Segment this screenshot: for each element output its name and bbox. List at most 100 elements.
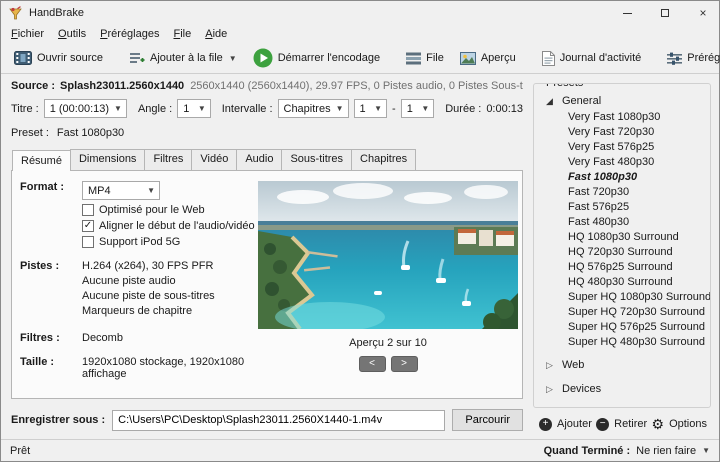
menu-fichier[interactable]: Fichier (4, 26, 51, 42)
interval-label: Intervalle : (221, 102, 273, 115)
checkbox-unchecked-icon[interactable] (82, 204, 94, 216)
preset-item[interactable]: Very Fast 480p30 (536, 155, 708, 170)
preset-remove-button[interactable]: − Retirer (596, 417, 647, 431)
preset-item[interactable]: Very Fast 1080p30 (536, 110, 708, 125)
preset-item[interactable]: HQ 480p30 Surround (536, 275, 708, 290)
preset-item[interactable]: HQ 576p25 Surround (536, 260, 708, 275)
preset-add-button[interactable]: + Ajouter (539, 417, 592, 431)
tab-resume[interactable]: Résumé (12, 150, 71, 171)
collapsed-triangle-icon[interactable]: ▷ (546, 384, 556, 395)
preset-item[interactable]: Very Fast 720p30 (536, 125, 708, 140)
title-select[interactable]: 1 (00:00:13) ▼ (43, 99, 127, 118)
tab-filtres[interactable]: Filtres (144, 149, 193, 170)
menu-file[interactable]: File (166, 26, 198, 42)
preset-item[interactable]: Super HQ 576p25 Surround (536, 320, 708, 335)
sliders-icon (667, 52, 683, 65)
when-done-control[interactable]: Quand Terminé : Ne rien faire ▼ (544, 445, 710, 457)
tab-dimensions[interactable]: Dimensions (69, 149, 146, 170)
preset-item[interactable]: Fast 576p25 (536, 200, 708, 215)
preset-item[interactable]: HQ 720p30 Surround (536, 245, 708, 260)
preset-group-web[interactable]: ▷ Web (536, 356, 708, 374)
minimize-icon (622, 12, 632, 14)
add-to-queue-button[interactable]: Ajouter à la file ▼ (122, 47, 244, 69)
preset-item[interactable]: Super HQ 720p30 Surround (536, 305, 708, 320)
tab-video[interactable]: Vidéo (191, 149, 238, 170)
source-info-row: Source : Splash23011.2560x1440 2560x1440 (… (11, 80, 523, 92)
gear-icon: ⚙ (651, 416, 665, 432)
angle-select-value: 1 (183, 102, 190, 115)
collapsed-triangle-icon[interactable]: ▷ (546, 360, 556, 371)
range-end-select[interactable]: 1 ▼ (400, 99, 435, 118)
close-button[interactable]: × (687, 1, 719, 25)
tab-audio[interactable]: Audio (236, 149, 283, 170)
preview-prev-button[interactable]: < (358, 356, 386, 372)
format-select[interactable]: MP4 ▼ (82, 181, 160, 200)
align-av-start-checkbox-row[interactable]: ✓ Aligner le début de l'audio/vidéo (82, 220, 262, 232)
angle-label: Angle : (137, 102, 173, 115)
play-icon (253, 48, 273, 68)
handbrake-window: HandBrake × Fichier Outils Préréglages F… (0, 0, 720, 462)
angle-select[interactable]: 1 ▼ (177, 99, 211, 118)
collapsed-triangle-icon[interactable]: ▷ (546, 408, 556, 409)
preset-group-general[interactable]: ◢ General (536, 92, 708, 110)
activity-log-button[interactable]: Journal d'activité (535, 47, 649, 70)
preset-group-matroska[interactable]: ▷ Matroska (536, 404, 708, 409)
preview-column: Aperçu 2 sur 10 < > (258, 181, 518, 392)
tab-chapitres[interactable]: Chapitres (351, 149, 417, 170)
save-as-label: Enregistrer sous : (11, 414, 106, 426)
checkbox-unchecked-icon[interactable] (82, 236, 94, 248)
menu-bar: Fichier Outils Préréglages File Aide (1, 25, 719, 43)
toggle-presets-label: Préréglages (687, 52, 720, 64)
menu-aide[interactable]: Aide (198, 26, 234, 42)
menu-outils[interactable]: Outils (51, 26, 93, 42)
toggle-presets-button[interactable]: Préréglages (660, 48, 720, 69)
preset-item[interactable]: Fast 480p30 (536, 215, 708, 230)
summary-info-column: Format : MP4 ▼ Optimisé pour le Web ✓ Ali… (20, 181, 262, 392)
preset-options-button[interactable]: ⚙ Options (652, 417, 707, 431)
tracks-row: Pistes : H.264 (x264), 30 FPS PFR Aucune… (20, 260, 262, 320)
maximize-icon (661, 9, 669, 17)
tab-sous-titres[interactable]: Sous-titres (281, 149, 353, 170)
preset-group-devices[interactable]: ▷ Devices (536, 380, 708, 398)
status-bar: Prêt Quand Terminé : Ne rien faire ▼ (1, 439, 719, 461)
save-path-input[interactable] (112, 409, 446, 431)
range-start-select[interactable]: 1 ▼ (353, 99, 388, 118)
chevron-down-icon: ▼ (335, 104, 344, 113)
preset-item[interactable]: Very Fast 576p25 (536, 140, 708, 155)
preset-item[interactable]: Super HQ 480p30 Surround (536, 335, 708, 350)
format-label: Format : (20, 181, 64, 193)
preset-label: Preset : (11, 127, 49, 139)
menu-prereglages[interactable]: Préréglages (93, 26, 166, 42)
tracks-label: Pistes : (20, 260, 60, 272)
browse-button[interactable]: Parcourir (452, 409, 523, 431)
chevron-down-icon: ▼ (197, 104, 206, 113)
track-subtitles: Aucune piste de sous-titres (82, 290, 215, 302)
queue-icon (406, 52, 422, 64)
preset-value: Fast 1080p30 (56, 127, 125, 139)
ipod-5g-checkbox-row[interactable]: Support iPod 5G (82, 236, 262, 248)
source-details: 2560x1440 (2560x1440), 29.97 FPS, 0 Pist… (190, 80, 523, 92)
open-source-button[interactable]: Ouvrir source (7, 47, 110, 69)
align-av-start-label: Aligner le début de l'audio/vidéo (99, 220, 255, 232)
maximize-button[interactable] (649, 1, 681, 25)
chevron-down-icon: ▼ (147, 186, 155, 195)
preset-item[interactable]: Fast 720p30 (536, 185, 708, 200)
minimize-button[interactable] (611, 1, 643, 25)
web-optimized-checkbox-row[interactable]: Optimisé pour le Web (82, 204, 262, 216)
start-encode-button[interactable]: Démarrer l'encodage (246, 44, 387, 72)
range-type-select[interactable]: Chapitres ▼ (277, 99, 349, 118)
checkbox-checked-icon[interactable]: ✓ (82, 220, 94, 232)
preset-item[interactable]: HQ 1080p30 Surround (536, 230, 708, 245)
track-chapters: Marqueurs de chapitre (82, 305, 193, 317)
preview-button[interactable]: Aperçu (453, 48, 523, 69)
presets-panel: Presets ◢ General Very Fast 1080p30 Very… (531, 74, 719, 439)
queue-button[interactable]: File (399, 48, 451, 69)
range-type-value: Chapitres (283, 102, 331, 115)
preset-item[interactable]: Super HQ 1080p30 Surround (536, 290, 710, 305)
queue-label: File (426, 52, 444, 64)
preview-next-button[interactable]: > (390, 356, 418, 372)
track-audio: Aucune piste audio (82, 275, 176, 287)
expanded-triangle-icon[interactable]: ◢ (546, 96, 556, 107)
source-name: Splash23011.2560x1440 (60, 80, 185, 92)
preset-item-selected[interactable]: Fast 1080p30 (536, 170, 708, 185)
